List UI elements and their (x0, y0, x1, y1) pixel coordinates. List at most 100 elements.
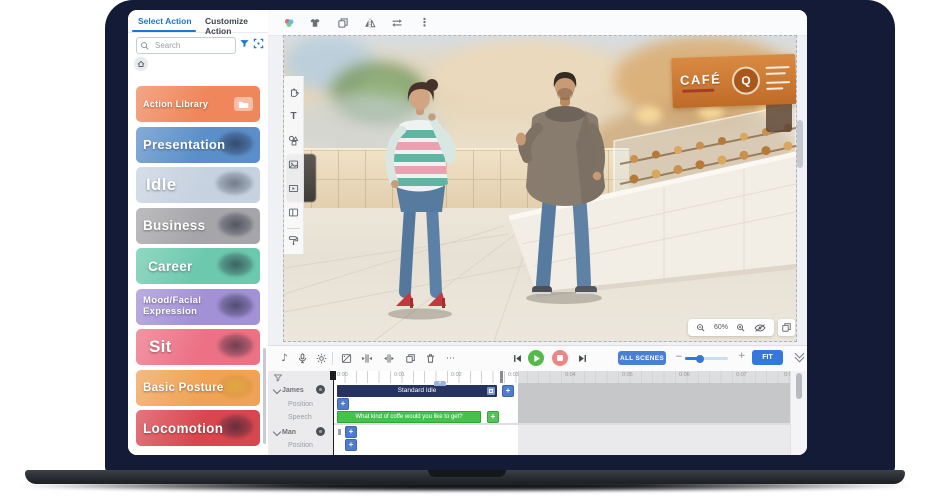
viewport-zoom-controls: 60% (688, 319, 774, 336)
skip-end-icon[interactable] (576, 352, 589, 365)
stop-button[interactable] (552, 350, 568, 366)
clip-standard-idle[interactable]: Standard Idle + (337, 385, 497, 397)
zoom-level-label: 60% (714, 324, 728, 331)
action-sidebar: Select Action Customize Action (128, 10, 269, 455)
all-scenes-button[interactable]: ALL SCENES (618, 351, 666, 365)
category-card-business[interactable]: Business (136, 208, 260, 244)
tab-customize-action[interactable]: Customize Action (205, 16, 268, 36)
track-name-speech[interactable]: Speech (288, 414, 312, 421)
home-button[interactable] (134, 57, 148, 71)
viewport-toolbar: ⋮ (268, 10, 807, 36)
toolbar-divider (287, 228, 300, 229)
scene-end-marker[interactable] (500, 371, 503, 383)
search-icon (140, 41, 150, 51)
timeline-toolbar: ♪ (268, 346, 807, 372)
paint-roller-icon[interactable] (287, 234, 300, 247)
zoom-slider-minus[interactable]: − (675, 352, 683, 362)
swap-icon[interactable] (390, 16, 403, 29)
clip-loop-icon[interactable] (487, 387, 495, 395)
category-card-list: Action Library Presentation Idle Busines… (136, 86, 260, 448)
category-card-action-library[interactable]: Action Library (136, 86, 260, 122)
track-name-position[interactable]: Position (288, 401, 313, 408)
category-card-sit[interactable]: Sit (136, 329, 260, 365)
sun-icon[interactable] (315, 352, 328, 365)
image-tool-icon[interactable] (287, 158, 300, 171)
video-tool-icon[interactable] (287, 182, 300, 195)
category-card-mood-facial-expression[interactable]: Mood/Facial Expression (136, 289, 260, 325)
track-name-man[interactable]: Man (282, 429, 296, 436)
add-position-key-button[interactable]: + (337, 398, 349, 410)
more-icon[interactable]: ⋯ (444, 352, 457, 365)
search-input[interactable] (153, 38, 235, 53)
fit-view-icon[interactable] (253, 38, 264, 49)
collapse-track-icon[interactable] (273, 428, 281, 436)
align-left-icon[interactable] (360, 352, 373, 365)
pan-hand-icon[interactable] (287, 86, 300, 99)
camera-view-icon[interactable] (754, 323, 766, 333)
timeline-panel: ♪ (268, 345, 807, 455)
laptop-mockup: Select Action Customize Action (0, 0, 929, 497)
transition-icon[interactable] (340, 352, 353, 365)
collapse-panel-icon[interactable] (794, 353, 804, 361)
character-woman[interactable] (384, 79, 454, 320)
music-note-icon[interactable]: ♪ (278, 352, 291, 365)
microphone-icon[interactable] (296, 352, 309, 365)
copy-icon[interactable] (404, 352, 417, 365)
viewport-side-toolbar: T (284, 76, 304, 254)
search-box (136, 37, 236, 54)
scene-viewport[interactable]: CAFÉ Q T (283, 35, 797, 342)
track-filter-icon[interactable] (273, 373, 283, 383)
active-tab-underline (132, 30, 196, 32)
category-card-presentation[interactable]: Presentation (136, 127, 260, 163)
viewport-duplicate-icon[interactable] (778, 319, 795, 336)
clip-speech[interactable]: What kind of coffe would you like to get… (337, 411, 481, 423)
playhead-handle[interactable] (330, 371, 336, 380)
sidebar-scrollbar[interactable] (263, 348, 266, 444)
laptop-base-notch (428, 470, 506, 477)
tab-select-action[interactable]: Select Action (138, 16, 192, 26)
slider-thumb[interactable] (696, 355, 704, 363)
category-card-career[interactable]: Career (136, 248, 260, 284)
text-tool-icon[interactable]: T (287, 110, 300, 123)
category-card-basic-posture[interactable]: Basic Posture (136, 370, 260, 406)
track-camera-button[interactable] (316, 427, 325, 436)
play-button[interactable] (528, 350, 544, 366)
main-area: ⋮ (268, 10, 807, 455)
collapse-track-icon[interactable] (273, 386, 281, 394)
add-man-position-button[interactable]: + (345, 439, 357, 451)
track-rows: Standard Idle + + + What kind of coffe w… (333, 383, 790, 455)
track-name-james[interactable]: James (282, 387, 304, 394)
character-gallery-icon[interactable] (282, 16, 295, 29)
folder-icon (234, 97, 253, 111)
fit-button[interactable]: FIT (752, 350, 783, 365)
add-man-action-button[interactable]: + (345, 426, 357, 438)
playhead[interactable] (333, 371, 335, 455)
skip-start-icon[interactable] (511, 352, 524, 365)
zoom-out-icon[interactable] (696, 323, 706, 333)
app-window: Select Action Customize Action (128, 10, 807, 455)
viewport-scrollbar[interactable] (797, 50, 803, 170)
sidebar-tabs: Select Action Customize Action (128, 10, 268, 33)
align-right-icon[interactable] (382, 352, 395, 365)
duplicate-icon[interactable] (336, 16, 349, 29)
panels-icon[interactable] (287, 206, 300, 219)
more-options-icon[interactable]: ⋮ (418, 16, 431, 29)
cafe-sign: CAFÉ Q (671, 54, 797, 108)
delete-icon[interactable] (424, 352, 437, 365)
zoom-in-icon[interactable] (736, 323, 746, 333)
timeline-scrollbar[interactable] (790, 371, 807, 455)
add-action-clip-button[interactable]: + (502, 385, 514, 397)
track-name-position-2[interactable]: Position (288, 442, 313, 449)
zoom-slider-plus[interactable]: + (738, 351, 746, 361)
track-camera-button[interactable] (316, 385, 325, 394)
shapes-icon[interactable] (287, 134, 300, 147)
timeline-zoom-slider[interactable] (685, 357, 728, 360)
category-card-locomotion[interactable]: Locomotion (136, 410, 260, 446)
track-label-column: James Position Speech Man Position (268, 371, 334, 455)
mirror-icon[interactable] (363, 16, 376, 29)
add-speech-clip-button[interactable]: + (487, 411, 499, 423)
category-card-idle[interactable]: Idle (136, 167, 260, 203)
clothing-icon[interactable] (308, 16, 321, 29)
clip-add-tab[interactable]: + (434, 381, 446, 386)
filter-icon[interactable] (239, 38, 250, 49)
